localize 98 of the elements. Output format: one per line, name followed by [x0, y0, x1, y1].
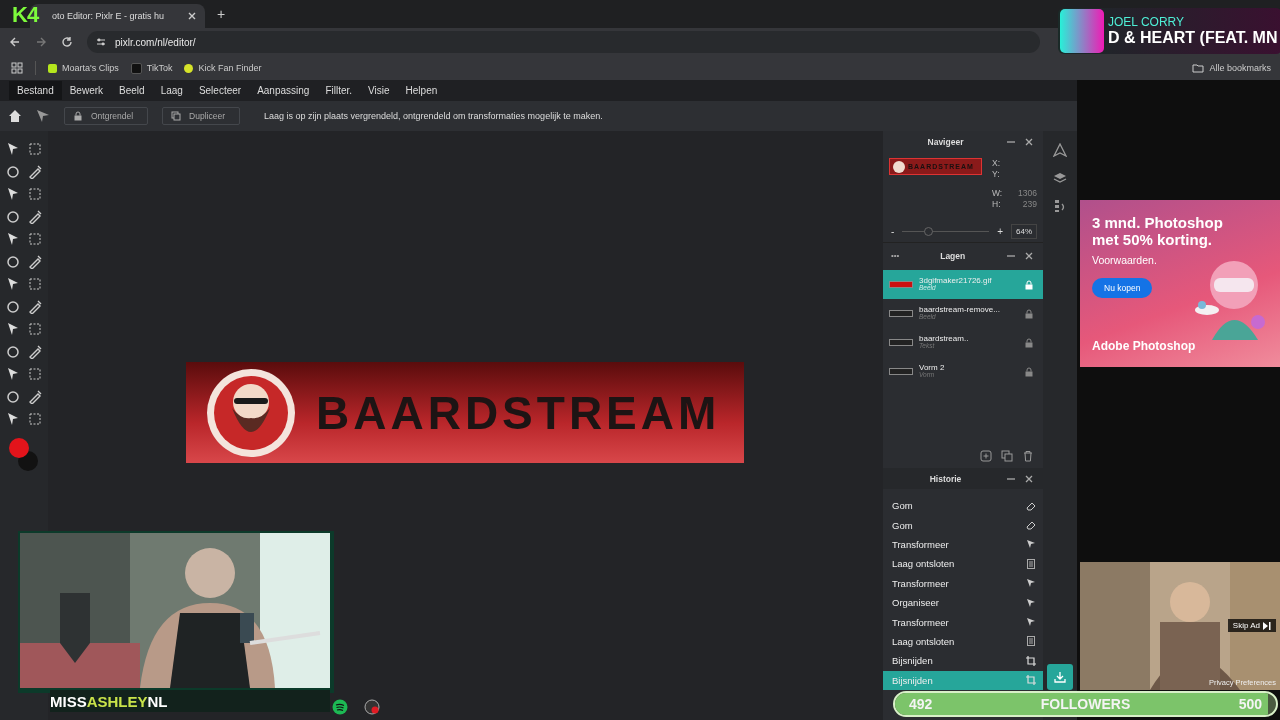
- arrow-icon[interactable]: [6, 142, 20, 156]
- pipette-icon[interactable]: [28, 389, 42, 404]
- history-item[interactable]: Transformeer: [883, 612, 1043, 632]
- artist-name: JOEL CORRY: [1108, 15, 1186, 29]
- pointer-icon: [1026, 578, 1036, 589]
- duplicate-icon: [171, 111, 182, 121]
- menu-item[interactable]: Selecteer: [190, 81, 250, 100]
- banner-title: BAARDSTREAM: [316, 385, 721, 440]
- menu-item[interactable]: Bestand: [9, 81, 62, 100]
- follower-count: 492: [909, 696, 933, 712]
- pointer-icon: [1026, 617, 1036, 628]
- layer-thumbnail: [889, 281, 913, 288]
- history-item[interactable]: Laag ontsloten: [883, 554, 1043, 574]
- layer-thumbnail: [889, 310, 913, 317]
- spotify-icon[interactable]: [332, 699, 348, 715]
- menu-item[interactable]: Bewerk: [61, 81, 112, 100]
- bookmark-link[interactable]: Moarta's Clips: [48, 63, 119, 73]
- back-icon[interactable]: [9, 36, 21, 48]
- history-item[interactable]: Transformeer: [883, 573, 1043, 593]
- download-button[interactable]: [1047, 664, 1073, 690]
- lock-icon[interactable]: [1024, 366, 1034, 377]
- duplicate-button[interactable]: Dupliceer: [162, 107, 240, 125]
- close-icon[interactable]: [1024, 136, 1034, 147]
- layers-icon[interactable]: [1053, 171, 1067, 185]
- bookmark-link[interactable]: Kick Fan Finder: [184, 63, 262, 73]
- history-item[interactable]: Gom: [883, 496, 1043, 516]
- y-label: Y:: [992, 169, 1001, 179]
- close-icon[interactable]: [1024, 250, 1034, 261]
- status-message: Laag is op zijn plaats vergrendeld, ontgrendeld om transformaties mogelijk te maken.: [263, 111, 603, 121]
- pointer-icon: [1026, 539, 1036, 550]
- select-icon[interactable]: [28, 142, 42, 156]
- history-item[interactable]: Transformeer: [883, 534, 1043, 555]
- lock-icon[interactable]: [1024, 337, 1034, 348]
- menu-item[interactable]: Visie: [360, 81, 398, 100]
- zoom-out-button[interactable]: -: [891, 225, 895, 237]
- height-label: H:: [992, 199, 1001, 209]
- close-icon[interactable]: [1024, 473, 1034, 484]
- album-cover: [1060, 9, 1104, 53]
- foreground-color-swatch[interactable]: [9, 438, 29, 458]
- document-icon: [1026, 636, 1036, 647]
- lock-icon[interactable]: [1024, 279, 1034, 290]
- menu-item[interactable]: Helpen: [397, 81, 446, 100]
- panel-title: Navigeer: [926, 136, 965, 147]
- pointer-icon[interactable]: [36, 109, 50, 123]
- lock-icon[interactable]: [1024, 308, 1034, 319]
- lock-icon: [73, 111, 83, 121]
- brush-icon[interactable]: [28, 299, 42, 314]
- ad-brand: Adobe Photoshop: [1092, 339, 1196, 353]
- unlock-button[interactable]: Ontgrendel: [64, 107, 149, 125]
- streamer-name: MISSASHLEYNL: [50, 690, 330, 712]
- forward-icon[interactable]: [35, 36, 47, 48]
- width-label: W:: [992, 188, 1003, 198]
- menu-item[interactable]: Aanpassing: [249, 81, 318, 100]
- history-item[interactable]: Laag ontsloten: [883, 631, 1043, 652]
- follower-label: FOLLOWERS: [1040, 696, 1131, 712]
- duplicate-icon[interactable]: [1001, 450, 1013, 462]
- pointer-icon: [1026, 597, 1036, 608]
- folder-icon: [1192, 62, 1205, 74]
- ad-banner[interactable]: 3 mnd. Photoshop met 50% korting. Voorwaarden. Nu kopen Adobe Photoshop: [1080, 200, 1280, 367]
- document-icon: [1026, 558, 1036, 569]
- zoom-field[interactable]: 64%: [1011, 223, 1037, 239]
- triangle-icon[interactable]: [1053, 143, 1067, 157]
- download-icon: [1053, 670, 1067, 684]
- panel-title: Historie: [928, 473, 963, 484]
- ad-headline: 3 mnd. Photoshop met 50% korting.: [1092, 214, 1224, 249]
- menu-item[interactable]: Beeld: [111, 81, 153, 100]
- bookmark-link[interactable]: TikTok: [130, 62, 173, 74]
- history-icon[interactable]: [1053, 199, 1067, 213]
- follower-goal: 500: [1238, 696, 1262, 712]
- layer-thumbnail: [889, 339, 913, 346]
- apps-icon[interactable]: [11, 62, 23, 74]
- trash-icon[interactable]: [1022, 450, 1034, 462]
- history-item[interactable]: Organiseer: [883, 592, 1043, 613]
- zoom-in-button[interactable]: +: [997, 225, 1003, 237]
- new-tab-button[interactable]: +: [217, 6, 226, 22]
- address-bar[interactable]: pixlr.com/nl/editor/: [87, 31, 1040, 53]
- height-value: 239: [1022, 199, 1037, 209]
- width-value: 1306: [1018, 188, 1037, 198]
- panel-title: Lagen: [939, 250, 967, 261]
- menu-item[interactable]: Laag: [152, 81, 191, 100]
- all-bookmarks-button[interactable]: Alle bookmarks: [1192, 62, 1271, 74]
- panel-menu-button[interactable]: •••: [891, 251, 900, 260]
- zoom-slider[interactable]: [924, 226, 934, 236]
- history-item[interactable]: Gom: [883, 515, 1043, 535]
- home-icon[interactable]: [8, 109, 22, 123]
- add-layer-icon[interactable]: [980, 450, 992, 462]
- skip-ad-button[interactable]: Skip Ad: [1227, 619, 1276, 632]
- buy-now-button[interactable]: Nu kopen: [1092, 277, 1153, 298]
- skip-icon: [1263, 621, 1271, 630]
- song-title: D & HEART (FEAT. MN: [1108, 29, 1278, 47]
- x-label: X:: [992, 158, 1002, 168]
- layer-thumbnail: [889, 368, 913, 375]
- menu-item[interactable]: Fillter.: [317, 81, 361, 100]
- history-item[interactable]: Bijsnijden: [883, 651, 1043, 671]
- reload-icon[interactable]: [61, 36, 73, 48]
- ad-terms-link[interactable]: Voorwaarden.: [1092, 253, 1157, 266]
- close-icon[interactable]: [187, 11, 197, 21]
- record-icon[interactable]: [364, 699, 380, 715]
